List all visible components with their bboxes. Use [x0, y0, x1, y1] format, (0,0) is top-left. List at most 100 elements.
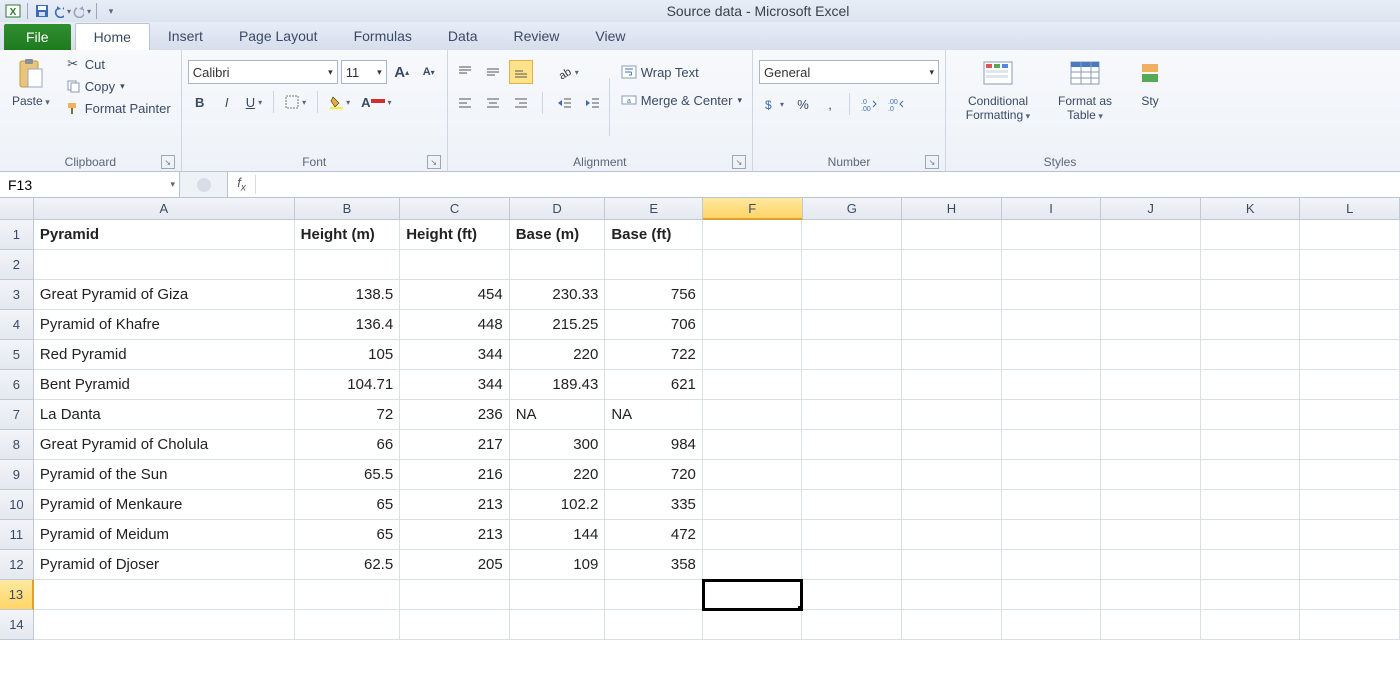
col-header-G[interactable]: G: [803, 198, 903, 220]
cell-J12[interactable]: [1101, 550, 1201, 580]
cell-C6[interactable]: 344: [400, 370, 510, 400]
cell-E12[interactable]: 358: [605, 550, 703, 580]
cell-E6[interactable]: 621: [605, 370, 703, 400]
cell-J2[interactable]: [1101, 250, 1201, 280]
cell-A4[interactable]: Pyramid of Khafre: [34, 310, 295, 340]
cell-J7[interactable]: [1101, 400, 1201, 430]
cell-F2[interactable]: [703, 250, 803, 280]
cell-B13[interactable]: [295, 580, 401, 610]
cell-C11[interactable]: 213: [400, 520, 510, 550]
cell-L13[interactable]: [1300, 580, 1400, 610]
cell-E2[interactable]: [605, 250, 703, 280]
cell-B8[interactable]: 66: [295, 430, 401, 460]
cell-K13[interactable]: [1201, 580, 1301, 610]
cell-H13[interactable]: [902, 580, 1002, 610]
orientation-button[interactable]: ab: [554, 60, 583, 84]
cell-C3[interactable]: 454: [400, 280, 510, 310]
increase-decimal-button[interactable]: .0.00: [857, 92, 881, 116]
cell-B2[interactable]: [295, 250, 401, 280]
cell-G5[interactable]: [802, 340, 902, 370]
cell-K8[interactable]: [1201, 430, 1301, 460]
cell-B6[interactable]: 104.71: [295, 370, 401, 400]
row-header-13[interactable]: 13: [0, 580, 34, 610]
cell-H1[interactable]: [902, 220, 1002, 250]
paste-button[interactable]: Paste: [6, 54, 56, 110]
cell-D10[interactable]: 102.2: [510, 490, 606, 520]
cell-G6[interactable]: [802, 370, 902, 400]
cell-E7[interactable]: NA: [605, 400, 703, 430]
comma-button[interactable]: ,: [818, 92, 842, 116]
cell-J6[interactable]: [1101, 370, 1201, 400]
cell-J9[interactable]: [1101, 460, 1201, 490]
fill-color-button[interactable]: [325, 90, 354, 114]
italic-button[interactable]: I: [215, 90, 239, 114]
cell-B1[interactable]: Height (m): [295, 220, 401, 250]
font-size-combo[interactable]: 11▾: [341, 60, 387, 84]
cell-I13[interactable]: [1002, 580, 1102, 610]
cell-J4[interactable]: [1101, 310, 1201, 340]
cell-I4[interactable]: [1002, 310, 1102, 340]
cell-A9[interactable]: Pyramid of the Sun: [34, 460, 295, 490]
cell-F13[interactable]: [703, 580, 803, 610]
cell-A7[interactable]: La Danta: [34, 400, 295, 430]
undo-icon[interactable]: [53, 2, 71, 20]
tab-review[interactable]: Review: [496, 23, 578, 50]
cell-E1[interactable]: Base (ft): [605, 220, 703, 250]
cell-F4[interactable]: [703, 310, 803, 340]
cell-D8[interactable]: 300: [510, 430, 606, 460]
percent-button[interactable]: %: [791, 92, 815, 116]
cell-A11[interactable]: Pyramid of Meidum: [34, 520, 295, 550]
cell-C4[interactable]: 448: [400, 310, 510, 340]
name-box-dropdown[interactable]: ▾: [170, 179, 175, 190]
cell-F8[interactable]: [703, 430, 803, 460]
copy-button[interactable]: Copy▾: [60, 76, 175, 96]
accounting-format-button[interactable]: $: [759, 92, 788, 116]
cell-A5[interactable]: Red Pyramid: [34, 340, 295, 370]
cell-E13[interactable]: [605, 580, 703, 610]
cell-L1[interactable]: [1300, 220, 1400, 250]
cell-D11[interactable]: 144: [510, 520, 606, 550]
cell-J5[interactable]: [1101, 340, 1201, 370]
cell-D3[interactable]: 230.33: [510, 280, 606, 310]
cell-C14[interactable]: [400, 610, 510, 640]
align-top-button[interactable]: [454, 61, 476, 83]
bold-button[interactable]: B: [188, 90, 212, 114]
number-format-combo[interactable]: General▾: [759, 60, 939, 84]
cut-button[interactable]: ✂Cut: [60, 54, 175, 74]
align-middle-button[interactable]: [482, 61, 504, 83]
row-header-10[interactable]: 10: [0, 490, 34, 520]
cell-K6[interactable]: [1201, 370, 1301, 400]
cell-J13[interactable]: [1101, 580, 1201, 610]
row-header-4[interactable]: 4: [0, 310, 34, 340]
cell-L10[interactable]: [1300, 490, 1400, 520]
cell-B11[interactable]: 65: [295, 520, 401, 550]
shrink-font-button[interactable]: A▾: [417, 60, 441, 84]
cell-K14[interactable]: [1201, 610, 1301, 640]
cell-K4[interactable]: [1201, 310, 1301, 340]
row-header-3[interactable]: 3: [0, 280, 34, 310]
cell-G7[interactable]: [802, 400, 902, 430]
format-painter-button[interactable]: Format Painter: [60, 98, 175, 118]
cell-C13[interactable]: [400, 580, 510, 610]
cell-F1[interactable]: [703, 220, 803, 250]
cell-I6[interactable]: [1002, 370, 1102, 400]
col-header-A[interactable]: A: [34, 198, 295, 220]
font-color-button[interactable]: A: [357, 90, 395, 114]
cell-E3[interactable]: 756: [605, 280, 703, 310]
cell-K1[interactable]: [1201, 220, 1301, 250]
font-launcher[interactable]: ↘: [427, 155, 441, 169]
cell-C8[interactable]: 217: [400, 430, 510, 460]
cell-L11[interactable]: [1300, 520, 1400, 550]
font-name-combo[interactable]: Calibri▾: [188, 60, 338, 84]
align-left-button[interactable]: [454, 92, 476, 114]
cell-J3[interactable]: [1101, 280, 1201, 310]
row-header-1[interactable]: 1: [0, 220, 34, 250]
cell-E9[interactable]: 720: [605, 460, 703, 490]
row-header-11[interactable]: 11: [0, 520, 34, 550]
cell-H7[interactable]: [902, 400, 1002, 430]
cell-C5[interactable]: 344: [400, 340, 510, 370]
cell-G14[interactable]: [802, 610, 902, 640]
save-icon[interactable]: [33, 2, 51, 20]
cell-I11[interactable]: [1002, 520, 1102, 550]
cell-H10[interactable]: [902, 490, 1002, 520]
